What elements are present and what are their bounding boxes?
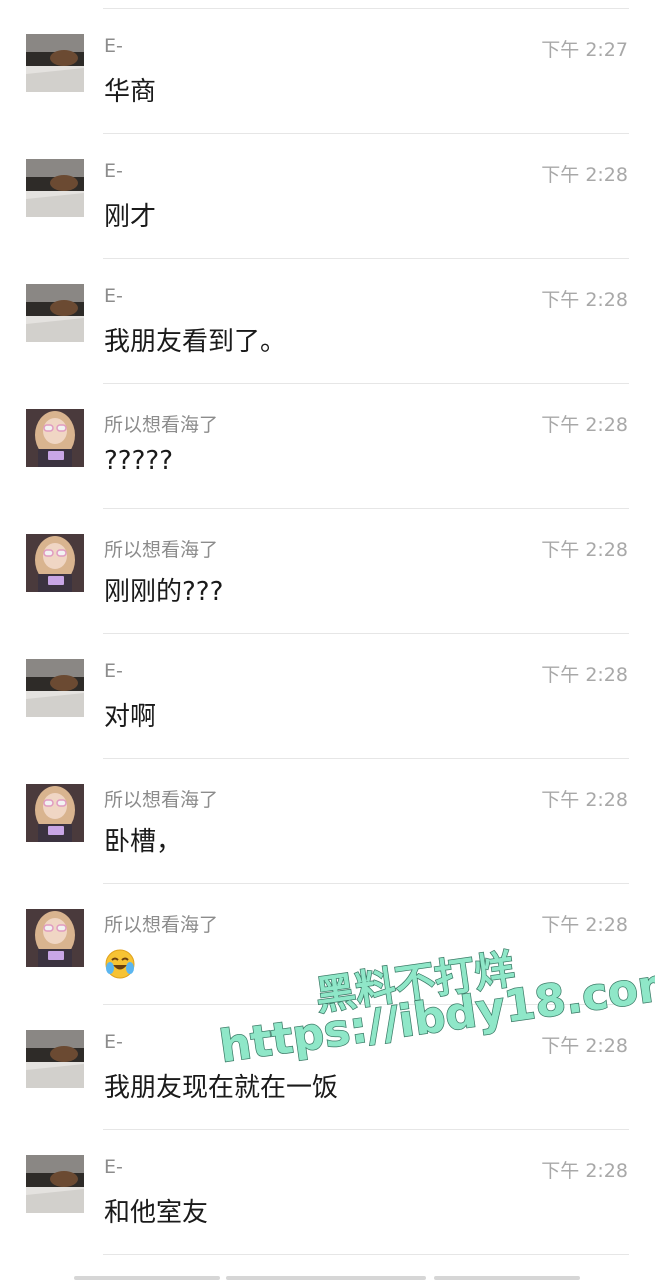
message-text: 刚刚的??? <box>104 577 224 607</box>
sender-name: 所以想看海了 <box>104 539 219 561</box>
sender-name: E- <box>104 160 123 182</box>
avatar[interactable] <box>26 409 84 467</box>
message-text: ????? <box>104 446 173 476</box>
message-text: 我朋友现在就在一饭 <box>104 1073 339 1103</box>
message-item[interactable]: E- 下午 2:28 和他室友 <box>0 1130 655 1255</box>
sender-name: E- <box>104 35 123 57</box>
message-item[interactable]: E- 下午 2:28 刚才 <box>0 134 655 259</box>
message-text: 华商 <box>104 77 157 107</box>
sender-name: E- <box>104 1156 123 1178</box>
scroll-hint <box>434 1276 580 1280</box>
message-text: 对啊 <box>104 702 157 732</box>
message-time: 下午 2:28 <box>541 789 628 811</box>
avatar[interactable] <box>26 534 84 592</box>
message-text: 和他室友 <box>104 1198 209 1228</box>
message-item[interactable]: 所以想看海了 下午 2:28 刚刚的??? <box>0 509 655 634</box>
message-item[interactable]: E- 下午 2:27 华商 <box>0 9 655 134</box>
message-time: 下午 2:28 <box>541 289 628 311</box>
message-item[interactable]: 所以想看海了 下午 2:28 <box>0 884 655 1005</box>
sender-name: E- <box>104 660 123 682</box>
avatar[interactable] <box>26 659 84 717</box>
sender-name: 所以想看海了 <box>104 914 219 936</box>
message-time: 下午 2:28 <box>541 539 628 561</box>
message-text: 卧槽， <box>104 827 183 857</box>
laughing-crying-emoji-icon <box>105 949 135 979</box>
avatar[interactable] <box>26 1155 84 1213</box>
avatar[interactable] <box>26 909 84 967</box>
avatar[interactable] <box>26 34 84 92</box>
avatar[interactable] <box>26 1030 84 1088</box>
scroll-hint <box>226 1276 426 1280</box>
sender-name: E- <box>104 1031 123 1053</box>
avatar[interactable] <box>26 159 84 217</box>
message-item[interactable]: 所以想看海了 下午 2:28 ????? <box>0 384 655 509</box>
message-text: 我朋友看到了。 <box>104 327 287 357</box>
message-time: 下午 2:27 <box>541 39 628 61</box>
message-text: 刚才 <box>104 202 157 232</box>
message-list: E- 下午 2:27 华商 E- 下午 2:28 刚才 E- 下午 2:28 我… <box>0 9 655 1255</box>
message-time: 下午 2:28 <box>541 1035 628 1057</box>
message-item[interactable]: E- 下午 2:28 我朋友看到了。 <box>0 259 655 384</box>
scroll-hint <box>74 1276 220 1280</box>
sender-name: E- <box>104 285 123 307</box>
message-time: 下午 2:28 <box>541 914 628 936</box>
message-time: 下午 2:28 <box>541 164 628 186</box>
message-time: 下午 2:28 <box>541 1160 628 1182</box>
message-time: 下午 2:28 <box>541 664 628 686</box>
message-time: 下午 2:28 <box>541 414 628 436</box>
message-item[interactable]: E- 下午 2:28 对啊 <box>0 634 655 759</box>
message-item[interactable]: E- 下午 2:28 我朋友现在就在一饭 <box>0 1005 655 1130</box>
message-item[interactable]: 所以想看海了 下午 2:28 卧槽， <box>0 759 655 884</box>
avatar[interactable] <box>26 284 84 342</box>
sender-name: 所以想看海了 <box>104 789 219 811</box>
sender-name: 所以想看海了 <box>104 414 219 436</box>
avatar[interactable] <box>26 784 84 842</box>
